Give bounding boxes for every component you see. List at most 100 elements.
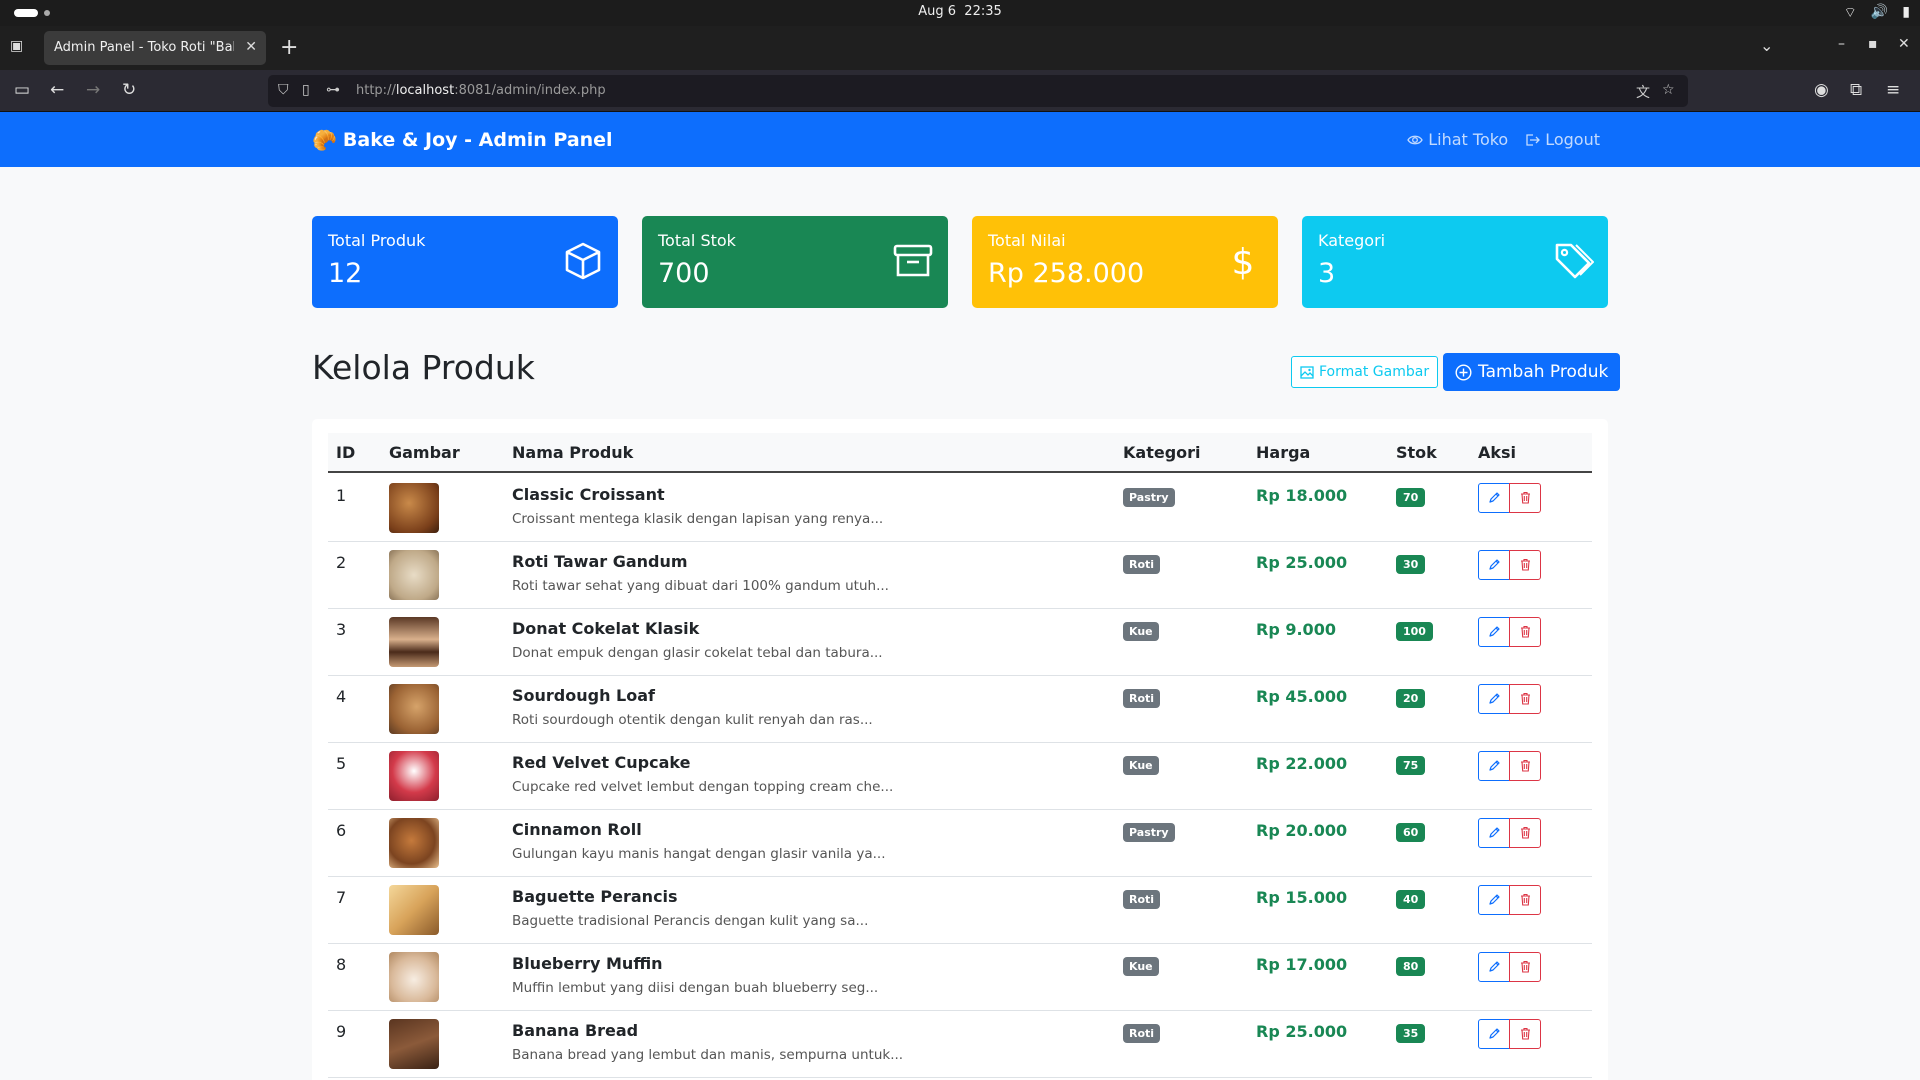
brand-text: Bake & Joy - Admin Panel <box>342 129 613 151</box>
app-navbar: 🥐 Bake & Joy - Admin Panel Lihat Toko Lo… <box>0 112 1920 167</box>
delete-button[interactable] <box>1509 483 1541 513</box>
stock-badge: 60 <box>1396 823 1426 842</box>
page-title: Kelola Produk <box>312 348 535 387</box>
close-window-icon[interactable]: ✕ <box>1898 36 1910 52</box>
browser-tab-active[interactable]: Admin Panel - Toko Roti "Bake & Joy" ✕ <box>44 31 266 65</box>
product-price: Rp 18.000 <box>1256 486 1348 505</box>
product-price: Rp 45.000 <box>1256 687 1348 706</box>
tambah-produk-button[interactable]: Tambah Produk <box>1443 353 1621 391</box>
product-id: 6 <box>336 821 347 840</box>
table-row: 9 Banana Bread Banana bread yang lembut da… <box>328 1011 1592 1078</box>
brand-link[interactable]: 🥐 Bake & Joy - Admin Panel <box>312 128 613 152</box>
trash-icon <box>1519 623 1532 642</box>
product-description: Roti tawar sehat yang dibuat dari 100% g… <box>512 578 889 594</box>
table-row: 8 Blueberry Muffin Muffin lembut yang diis… <box>328 944 1592 1011</box>
category-badge: Roti <box>1123 555 1161 574</box>
edit-button[interactable] <box>1478 483 1510 513</box>
product-price: Rp 22.000 <box>1256 754 1348 773</box>
edit-button[interactable] <box>1478 751 1510 781</box>
product-description: Baguette tradisional Perancis dengan kul… <box>512 913 869 929</box>
bookmark-star-icon[interactable]: ☆ <box>1662 82 1675 98</box>
edit-button[interactable] <box>1478 885 1510 915</box>
tab-list-icon[interactable]: ▣ <box>10 38 30 58</box>
delete-button[interactable] <box>1509 751 1541 781</box>
product-id: 5 <box>336 754 347 773</box>
category-badge: Roti <box>1123 689 1161 708</box>
product-description: Roti sourdough otentik dengan kulit reny… <box>512 712 873 728</box>
plus-circle-icon <box>1455 363 1472 381</box>
product-id: 4 <box>336 687 347 706</box>
category-badge: Kue <box>1123 756 1159 775</box>
col-header-stok: Stok <box>1396 443 1437 462</box>
edit-button[interactable] <box>1478 818 1510 848</box>
stock-badge: 30 <box>1396 555 1426 574</box>
table-row: 4 Sourdough Loaf Roti sourdough otentik de… <box>328 676 1592 743</box>
edit-button[interactable] <box>1478 952 1510 982</box>
delete-button[interactable] <box>1509 684 1541 714</box>
permissions-icon[interactable]: ⊶ <box>326 82 340 98</box>
extensions-icon[interactable]: ⧉ <box>1850 80 1862 100</box>
page-icon[interactable]: ▯ <box>302 82 310 98</box>
product-id: 9 <box>336 1022 347 1041</box>
wifi-icon: ⌔ <box>1843 5 1857 21</box>
product-name: Classic Croissant <box>512 485 665 504</box>
edit-button[interactable] <box>1478 1019 1510 1049</box>
col-header-gambar: Gambar <box>389 443 460 462</box>
sidebar-toggle-icon[interactable]: ▭ <box>14 80 30 100</box>
browser-navbar: ▭ ← → ↻ ⛉ ▯ ⊶ http://localhost:8081/admi… <box>0 70 1920 112</box>
edit-button[interactable] <box>1478 550 1510 580</box>
delete-button[interactable] <box>1509 617 1541 647</box>
box-icon <box>565 242 601 280</box>
product-thumbnail <box>389 818 439 868</box>
product-thumbnail <box>389 885 439 935</box>
stock-badge: 100 <box>1396 622 1433 641</box>
account-icon[interactable]: ◉ <box>1814 80 1829 100</box>
delete-button[interactable] <box>1509 1019 1541 1049</box>
product-name: Baguette Perancis <box>512 887 678 906</box>
tab-title: Admin Panel - Toko Roti "Bake & Joy" <box>54 40 234 55</box>
maximize-icon[interactable]: ▪ <box>1868 36 1878 52</box>
product-thumbnail <box>389 550 439 600</box>
pencil-icon <box>1488 824 1501 843</box>
minimize-icon[interactable]: – <box>1838 36 1845 52</box>
nav-link-logout[interactable]: Logout <box>1524 130 1600 149</box>
product-thumbnail <box>389 1019 439 1069</box>
menu-icon[interactable]: ≡ <box>1886 80 1900 100</box>
chevron-down-icon[interactable]: ⌄ <box>1760 36 1773 55</box>
edit-button[interactable] <box>1478 617 1510 647</box>
stat-card-kategori: Kategori 3 <box>1302 216 1608 308</box>
shield-icon[interactable]: ⛉ <box>278 82 289 98</box>
product-id: 2 <box>336 553 347 572</box>
product-name: Banana Bread <box>512 1021 639 1040</box>
category-badge: Pastry <box>1123 488 1175 507</box>
category-badge: Pastry <box>1123 823 1175 842</box>
delete-button[interactable] <box>1509 818 1541 848</box>
back-icon[interactable]: ← <box>50 80 64 100</box>
delete-button[interactable] <box>1509 550 1541 580</box>
reload-icon[interactable]: ↻ <box>122 80 136 100</box>
translate-icon[interactable]: 文 <box>1636 82 1650 102</box>
product-description: Gulungan kayu manis hangat dengan glasir… <box>512 846 886 862</box>
pencil-icon <box>1488 623 1501 642</box>
product-description: Donat empuk dengan glasir cokelat tebal … <box>512 645 883 661</box>
close-tab-icon[interactable]: ✕ <box>245 39 257 55</box>
system-tray[interactable]: ⌔ 🔊 ▮ <box>1844 4 1910 22</box>
forward-icon[interactable]: → <box>86 80 100 100</box>
format-gambar-button[interactable]: Format Gambar <box>1291 356 1439 388</box>
category-badge: Kue <box>1123 622 1159 641</box>
url-text[interactable]: http://localhost:8081/admin/index.php <box>356 83 606 98</box>
clock[interactable]: Aug 6 22:35 <box>0 4 1920 19</box>
address-bar[interactable]: ⛉ ▯ ⊶ http://localhost:8081/admin/index.… <box>268 75 1688 107</box>
table-row: 1 Classic Croissant Croissant mentega klas… <box>328 475 1592 542</box>
delete-button[interactable] <box>1509 952 1541 982</box>
product-price: Rp 17.000 <box>1256 955 1348 974</box>
edit-button[interactable] <box>1478 684 1510 714</box>
product-id: 7 <box>336 888 347 907</box>
row-actions <box>1478 885 1541 915</box>
new-tab-icon[interactable]: + <box>280 35 298 60</box>
product-price: Rp 25.000 <box>1256 553 1348 572</box>
nav-link-lihat-toko[interactable]: Lihat Toko <box>1407 130 1508 149</box>
pencil-icon <box>1488 489 1501 508</box>
pencil-icon <box>1488 891 1501 910</box>
delete-button[interactable] <box>1509 885 1541 915</box>
